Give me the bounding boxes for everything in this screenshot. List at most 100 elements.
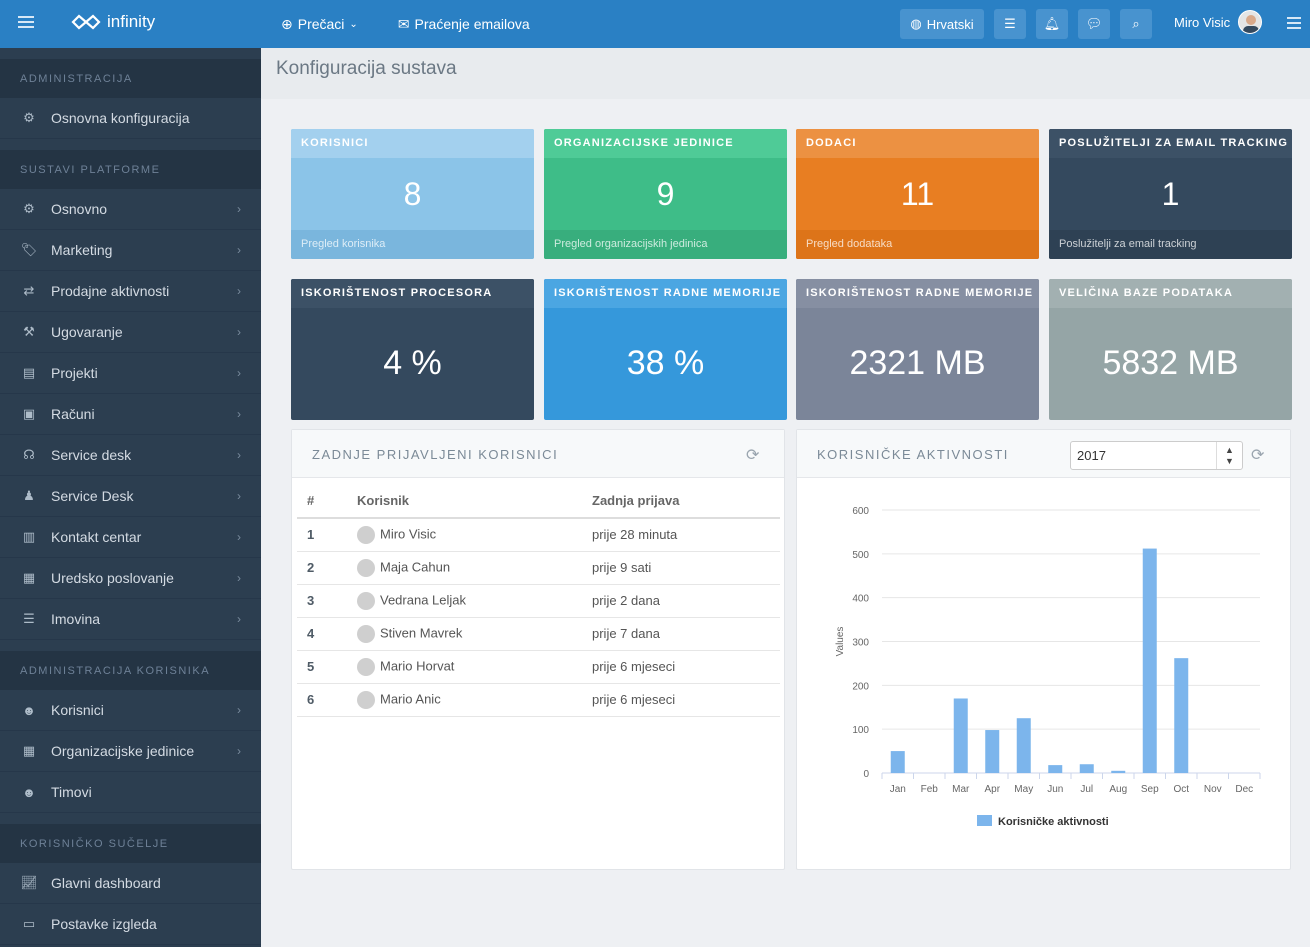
stat-tile: ISKORIŠTENOST RADNE MEMORIJE 2321 MB — [796, 279, 1039, 420]
sidebar-item[interactable]: ☻ Timovi — [0, 772, 261, 813]
email-tracking-link[interactable]: ✉ Praćenje emailova — [398, 16, 530, 33]
x-tick-label: Feb — [921, 784, 939, 795]
chevron-right-icon: › — [237, 489, 241, 503]
gear-icon: ⚙ — [23, 110, 35, 125]
list-icon: ☰ — [23, 611, 35, 626]
stat-tile: ISKORIŠTENOST PROCESORA 4 % — [291, 279, 534, 420]
table-row: 4 Stiven Mavrek prije 7 dana — [297, 617, 780, 651]
messages-button[interactable]: 💬︎ — [1078, 9, 1110, 39]
tile-footer-link[interactable]: Pregled dodataka — [796, 230, 1039, 259]
shortcuts-menu[interactable]: ⊕ Prečaci ⌄ — [281, 16, 358, 33]
sidebar-item[interactable]: ▣ Računi › — [0, 394, 261, 435]
sidebar-item-label: Service desk — [51, 447, 132, 463]
y-tick-label: 0 — [863, 769, 869, 780]
last-login: prije 6 mjeseci — [582, 650, 780, 684]
stat-tile[interactable]: POSLUŽITELJI ZA EMAIL TRACKING 1 Poslužite… — [1049, 129, 1292, 259]
table-row: 5 Mario Horvat prije 6 mjeseci — [297, 650, 780, 684]
search-button[interactable]: ⌕ — [1120, 9, 1152, 39]
chevron-right-icon: › — [237, 284, 241, 298]
spinner-icon[interactable]: ▲ ▼ — [1216, 442, 1242, 469]
language-label: Hrvatski — [926, 16, 974, 32]
brand-logo[interactable]: infinity — [71, 12, 155, 32]
sidebar-item[interactable]: ☊ Service desk › — [0, 435, 261, 476]
user-cell: Vedrana Leljak — [347, 584, 582, 618]
shortcuts-label: Prečaci — [297, 16, 345, 32]
chevron-right-icon: › — [237, 448, 241, 462]
sidebar-item-label: Service Desk — [51, 488, 134, 504]
sidebar-item[interactable]: ⇄ Prodajne aktivnosti › — [0, 271, 261, 312]
list-button[interactable]: ☰ — [994, 9, 1026, 39]
tile-value: 11 — [900, 176, 935, 212]
x-tick-label: Oct — [1173, 784, 1189, 795]
sidebar-item[interactable]: 🏷︎ Marketing › — [0, 230, 261, 271]
bar — [1111, 770, 1126, 773]
panel-header: KORISNIČKE AKTIVNOSTI 2017 ▲ ▼ ⟳ — [797, 430, 1290, 478]
panel-title: ZADNJE PRIJAVLJENI KORISNICI — [312, 447, 559, 462]
panel-header: ZADNJE PRIJAVLJENI KORISNICI ⟳ — [292, 430, 784, 478]
right-menu-icon[interactable] — [1287, 17, 1301, 32]
user-cell: Miro Visic — [347, 518, 582, 552]
table-row: 1 Miro Visic prije 28 minuta — [297, 518, 780, 552]
last-login: prije 7 dana — [582, 617, 780, 651]
sidebar-item[interactable]: 📈︎ Glavni dashboard — [0, 863, 261, 904]
user-menu[interactable]: Miro Visic — [1174, 10, 1263, 34]
bar — [890, 751, 905, 773]
row-number: 2 — [297, 551, 347, 585]
sidebar-item-label: Timovi — [51, 784, 92, 800]
stat-tile[interactable]: ORGANIZACIJSKE JEDINICE 9 Pregled organiza… — [544, 129, 787, 259]
sidebar-item[interactable]: ▥ Kontakt centar › — [0, 517, 261, 558]
tile-footer-link[interactable]: Pregled korisnika — [291, 230, 534, 259]
building-icon: ▦ — [22, 743, 36, 758]
sidebar-item[interactable]: ▦ Organizacijske jedinice › — [0, 731, 261, 772]
notifications-button[interactable]: 🔔︎ — [1036, 9, 1068, 39]
email-tracking-label: Praćenje emailova — [414, 16, 530, 32]
sidebar-item[interactable]: ♟ Service Desk › — [0, 476, 261, 517]
tile-value: 5832 MB — [1102, 344, 1239, 382]
user-name: Miro Visic — [1174, 14, 1231, 30]
tile-value: 1 — [1161, 176, 1180, 212]
sidebar-item[interactable]: ▦ Uredsko poslovanje › — [0, 558, 261, 599]
language-button[interactable]: ◍ Hrvatski — [900, 9, 984, 39]
users-icon: ☻ — [22, 784, 36, 800]
sidebar-item[interactable]: ☻ Korisnici › — [0, 690, 261, 731]
y-tick-label: 500 — [852, 550, 869, 561]
tile-value: 8 — [403, 176, 422, 212]
bar — [985, 730, 1000, 773]
year-select[interactable]: 2017 ▲ ▼ — [1070, 441, 1243, 470]
tile-footer-link[interactable]: Poslužitelji za email tracking — [1049, 230, 1292, 259]
column-header: Korisnik — [347, 484, 582, 519]
sidebar-item[interactable]: ⚙ Osnovna konfiguracija — [0, 98, 261, 139]
sidebar-item[interactable]: ⚒ Ugovaranje › — [0, 312, 261, 353]
stat-tile[interactable]: KORISNICI 8 Pregled korisnika — [291, 129, 534, 259]
recent-users-table: # Korisnik Zadnja prijava 1 Miro Visic pri… — [297, 484, 780, 717]
sidebar-item-label: Marketing — [51, 242, 113, 258]
refresh-icon[interactable]: ⟳ — [746, 445, 759, 465]
bar — [1174, 658, 1189, 773]
activity-panel: KORISNIČKE AKTIVNOSTI 2017 ▲ ▼ ⟳ 0 100 200 3… — [796, 429, 1291, 870]
tile-footer-link[interactable]: Pregled organizacijskih jedinica — [544, 230, 787, 259]
stat-tile: VELIČINA BAZE PODATAKA 5832 MB — [1049, 279, 1292, 420]
sidebar-item-label: Ugovaranje — [51, 324, 123, 340]
y-tick-label: 400 — [852, 594, 869, 605]
row-number: 4 — [297, 617, 347, 651]
avatar — [357, 558, 375, 577]
line-chart-icon: 📈︎ — [20, 875, 38, 890]
bar — [1142, 548, 1157, 773]
chevron-right-icon: › — [237, 703, 241, 717]
sidebar-item-label: Organizacijske jedinice — [51, 743, 195, 759]
headphones-icon: ☊ — [23, 447, 35, 462]
stat-tile[interactable]: DODACI 11 Pregled dodataka — [796, 129, 1039, 259]
sidebar-item[interactable]: ☰ Imovina › — [0, 599, 261, 640]
x-tick-label: Jan — [890, 784, 906, 795]
user-name: Vedrana Leljak — [380, 591, 467, 607]
chevron-right-icon: › — [237, 202, 241, 216]
hamburger-menu-icon[interactable] — [18, 16, 34, 31]
row-number: 5 — [297, 650, 347, 684]
sidebar-item[interactable]: ▤ Projekti › — [0, 353, 261, 394]
sidebar-item[interactable]: ▭ Postavke izgleda — [0, 904, 261, 945]
chevron-right-icon: › — [237, 407, 241, 421]
sidebar-item[interactable]: ⚙ Osnovno › — [0, 189, 261, 230]
bell-icon: 🔔︎ — [1043, 16, 1061, 31]
refresh-icon[interactable]: ⟳ — [1251, 445, 1264, 465]
envelope-icon: ✉ — [397, 15, 410, 32]
